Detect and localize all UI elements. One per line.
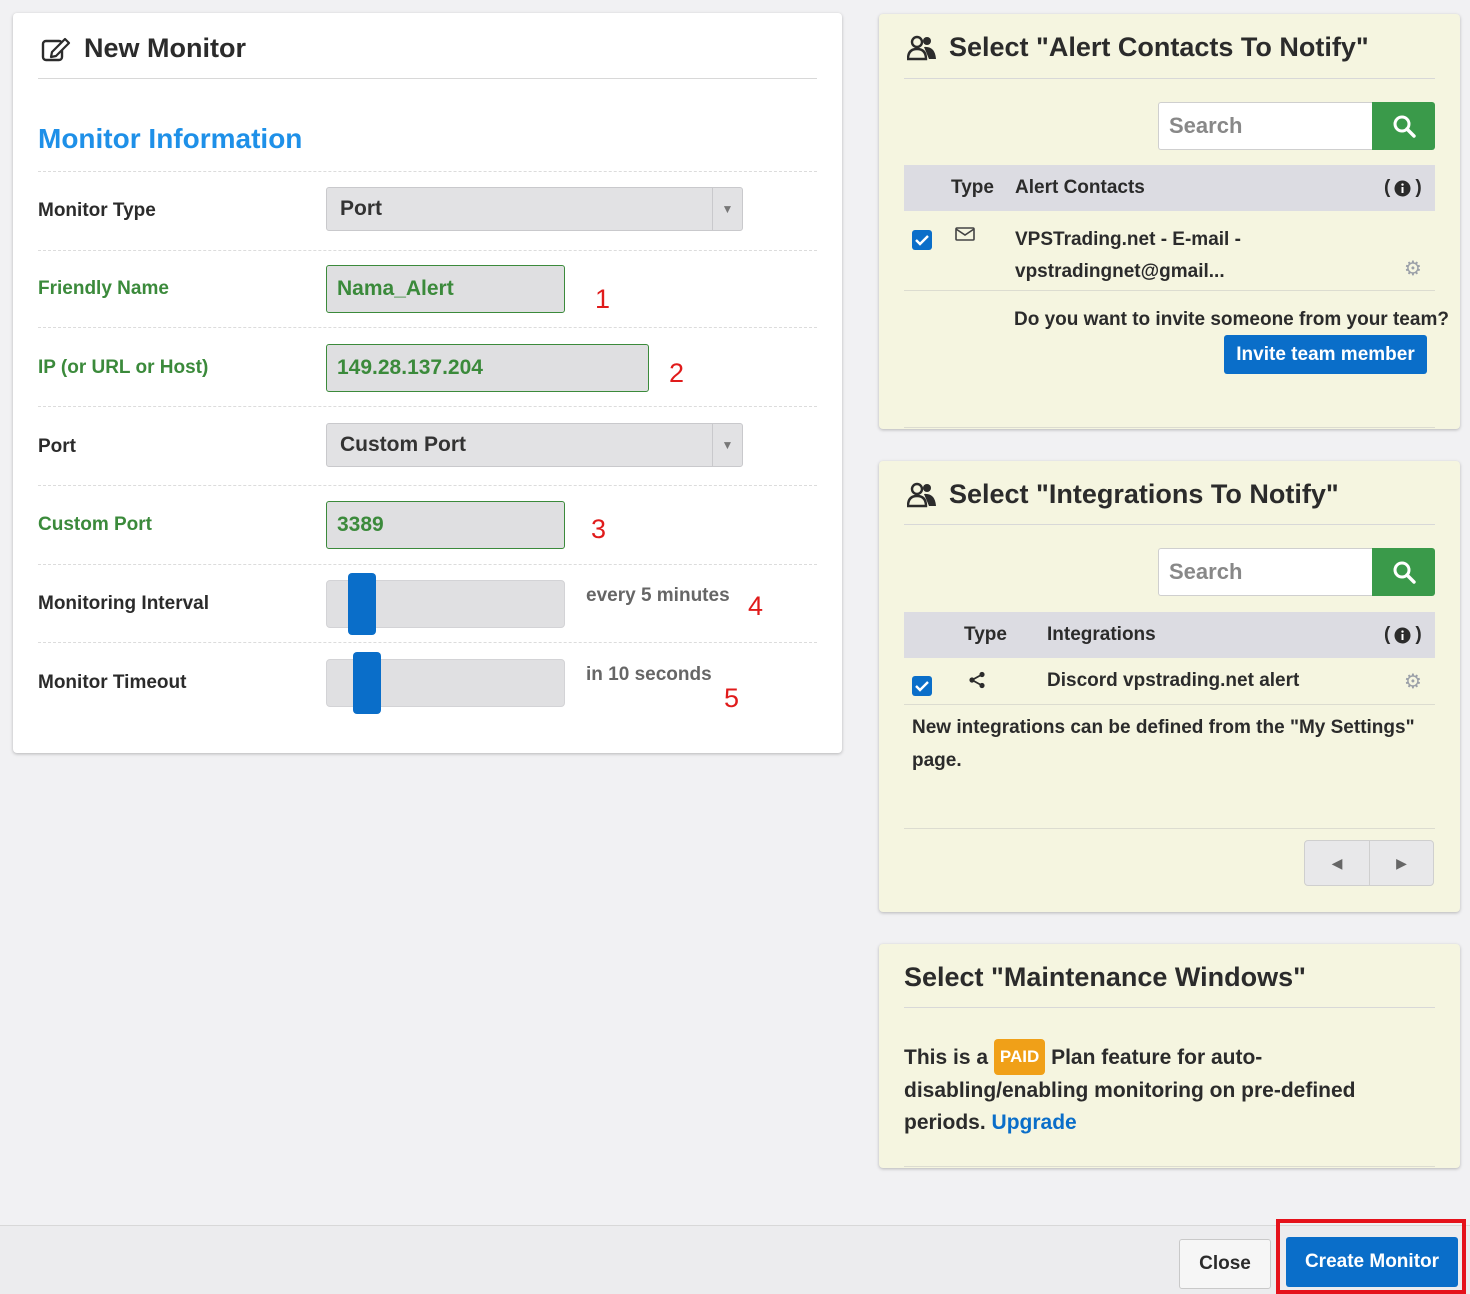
divider: [38, 78, 817, 79]
alert-contacts-header: Select "Alert Contacts To Notify": [907, 32, 1369, 63]
divider: [904, 828, 1435, 829]
chevron-down-icon: ▼: [712, 188, 742, 230]
info-toggle[interactable]: ( ): [1384, 177, 1422, 199]
port-select[interactable]: Custom Port ▼: [326, 423, 743, 467]
divider: [38, 250, 817, 251]
search-input[interactable]: [1158, 102, 1372, 150]
divider: [904, 290, 1435, 291]
annotation-number: 5: [724, 683, 740, 713]
divider: [38, 485, 817, 486]
monitoring-interval-slider[interactable]: [326, 573, 565, 635]
caret-right-icon: ▶: [1396, 854, 1407, 871]
invite-question: Do you want to invite someone from your …: [1014, 309, 1449, 330]
divider: [904, 524, 1435, 525]
slider-handle[interactable]: [348, 573, 376, 635]
slider-handle[interactable]: [353, 652, 381, 714]
monitor-timeout-label: Monitor Timeout: [38, 672, 187, 693]
monitor-type-value: Port: [340, 197, 382, 220]
integrations-title: Select "Integrations To Notify": [949, 479, 1339, 509]
search-input[interactable]: [1158, 548, 1372, 596]
divider: [904, 78, 1435, 79]
annotation-number: 1: [595, 284, 611, 314]
pagination: ◀ ▶: [1304, 840, 1434, 886]
chevron-down-icon: ▼: [712, 424, 742, 466]
divider: [38, 564, 817, 565]
alert-contacts-panel: Select "Alert Contacts To Notify" Type A…: [879, 14, 1460, 429]
integrations-search: [1158, 548, 1435, 596]
divider: [38, 642, 817, 643]
col-type: Type: [951, 177, 994, 198]
monitoring-interval-label: Monitoring Interval: [38, 593, 209, 614]
users-icon: [907, 482, 937, 508]
new-monitor-header: New Monitor: [41, 33, 246, 64]
new-monitor-panel: New Monitor Monitor Information Monitor …: [13, 13, 842, 753]
divider: [38, 171, 817, 172]
upgrade-link[interactable]: Upgrade: [992, 1111, 1077, 1134]
search-button[interactable]: [1372, 102, 1435, 150]
next-page-button[interactable]: ▶: [1369, 841, 1433, 885]
monitor-type-select[interactable]: Port ▼: [326, 187, 743, 231]
friendly-name-input[interactable]: [326, 265, 565, 313]
integrations-panel: Select "Integrations To Notify" Type Int…: [879, 461, 1460, 912]
search-button[interactable]: [1372, 548, 1435, 596]
alert-contacts-title: Select "Alert Contacts To Notify": [949, 32, 1369, 62]
section-heading: Monitor Information: [38, 123, 303, 154]
integration-name: Discord vpstrading.net alert: [1047, 670, 1300, 691]
annotation-number: 2: [669, 358, 685, 388]
monitor-timeout-value: in 10 seconds: [586, 664, 712, 685]
paid-badge: PAID: [993, 1039, 1046, 1075]
envelope-icon: [955, 226, 975, 247]
invite-team-member-button[interactable]: Invite team member: [1224, 335, 1427, 374]
info-toggle[interactable]: ( ): [1384, 624, 1422, 646]
col-type: Type: [964, 624, 1007, 645]
divider: [38, 327, 817, 328]
divider: [904, 427, 1435, 428]
alert-contact-name: VPSTrading.net - E-mail - vpstradingnet@…: [1015, 229, 1241, 282]
users-icon: [907, 35, 937, 61]
maintenance-panel: Select "Maintenance Windows" This is a P…: [879, 944, 1460, 1168]
gear-icon[interactable]: ⚙: [1404, 669, 1422, 694]
page-title: New Monitor: [84, 33, 246, 63]
port-value: Custom Port: [340, 433, 466, 456]
alert-contact-checkbox[interactable]: [912, 230, 932, 250]
col-alert-contacts: Alert Contacts: [1015, 177, 1145, 198]
integrations-table-header: Type Integrations ( ): [904, 612, 1435, 658]
maintenance-title: Select "Maintenance Windows": [904, 962, 1306, 992]
alert-contacts-table-header: Type Alert Contacts ( ): [904, 165, 1435, 211]
search-icon: [1393, 561, 1416, 584]
custom-port-input[interactable]: [326, 501, 565, 549]
search-icon: [1393, 115, 1416, 138]
divider: [904, 1166, 1435, 1167]
monitor-type-label: Monitor Type: [38, 200, 156, 221]
monitoring-interval-value: every 5 minutes: [586, 585, 730, 606]
share-icon: [968, 671, 986, 694]
col-integrations: Integrations: [1047, 624, 1156, 645]
gear-icon[interactable]: ⚙: [1404, 256, 1422, 281]
close-button[interactable]: Close: [1179, 1239, 1271, 1289]
edit-icon: [41, 36, 71, 62]
info-icon: [1394, 180, 1411, 197]
divider: [904, 1007, 1435, 1008]
info-icon: [1394, 627, 1411, 644]
ip-host-input[interactable]: [326, 344, 649, 392]
prev-page-button[interactable]: ◀: [1305, 841, 1369, 885]
integrations-note: New integrations can be defined from the…: [912, 717, 1415, 771]
monitor-timeout-slider[interactable]: [326, 652, 565, 714]
divider: [38, 406, 817, 407]
highlight-box: [1276, 1219, 1466, 1294]
friendly-name-label: Friendly Name: [38, 278, 169, 299]
annotation-number: 4: [748, 591, 764, 621]
annotation-number: 3: [591, 514, 607, 544]
caret-left-icon: ◀: [1331, 854, 1343, 871]
maintenance-text: This is a PAID Plan feature for auto- di…: [904, 1039, 1444, 1139]
port-label: Port: [38, 436, 76, 457]
custom-port-label: Custom Port: [38, 514, 152, 535]
integration-checkbox[interactable]: [912, 676, 932, 696]
divider: [904, 704, 1435, 705]
integrations-header: Select "Integrations To Notify": [907, 479, 1339, 510]
ip-host-label: IP (or URL or Host): [38, 357, 209, 378]
alert-contacts-search: [1158, 102, 1435, 150]
